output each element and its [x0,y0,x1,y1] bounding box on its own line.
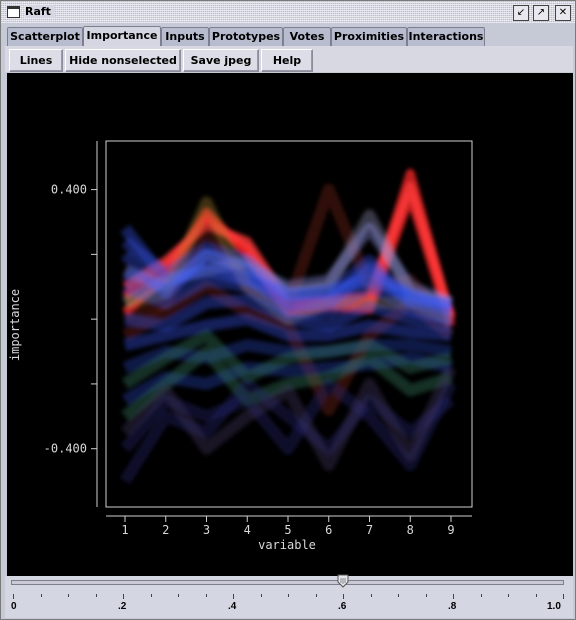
slider-tick [508,594,509,597]
slider-tick [95,594,97,597]
x-tick-label: 2 [162,523,169,537]
slider-tick [150,594,152,597]
slider-tick [288,594,289,597]
close-icon[interactable]: ✕ [555,5,571,21]
x-tick-label: 9 [447,523,454,537]
slider-tick [205,594,207,597]
slider-tick [13,594,14,599]
slider-tick [68,594,69,597]
minimize-icon[interactable]: ↙ [513,5,529,21]
hide-nonselected-button[interactable]: Hide nonselected [65,49,181,72]
slider-tick [425,594,427,597]
save-jpeg-button[interactable]: Save jpeg [183,49,259,72]
x-tick-label: 1 [121,523,128,537]
x-tick-label: 8 [407,523,414,537]
slider-tick [123,594,124,599]
importance-plot[interactable]: 0.400 -0.400 1 2 3 4 5 6 7 8 9 importance variabl… [7,73,573,576]
slider-tick [233,594,234,599]
slider-tick [535,594,537,597]
slider-label: 0 [11,601,17,612]
window-title: Raft [25,5,55,18]
slider-label: .2 [118,601,127,612]
tab-scatterplot[interactable]: Scatterplot [7,27,83,46]
window-icon [7,6,20,18]
x-tick-label: 7 [366,523,373,537]
tab-proximities[interactable]: Proximities [331,27,407,46]
slider-tick [315,594,317,597]
slider-tick [480,594,482,597]
slider-label: 1.0 [547,601,561,612]
y-ticks: 0.400 -0.400 [44,183,97,456]
x-axis-label: variable [258,538,316,552]
y-axis-label: importance [8,289,22,361]
slider-label: .6 [338,601,347,612]
lines-button[interactable]: Lines [9,49,63,72]
slider-tick [178,594,179,597]
app-window: Raft ↙ ↗ ✕ Scatterplot Importance Inputs… [0,0,576,620]
importance-chart[interactable]: 0.400 -0.400 1 2 3 4 5 6 7 8 9 importance variabl… [7,73,573,576]
slider-tick [343,594,344,599]
title-bar[interactable]: Raft ↙ ↗ ✕ [1,1,575,23]
slider-track[interactable] [11,580,564,585]
x-tick-label: 4 [244,523,251,537]
y-tick-label: -0.400 [44,442,87,456]
slider-thumb[interactable] [337,574,349,588]
series-layer [119,168,457,485]
tab-bar: Scatterplot Importance Inputs Prototypes… [5,26,575,47]
tab-inputs[interactable]: Inputs [161,27,209,46]
x-tick-label: 3 [203,523,210,537]
tab-votes[interactable]: Votes [283,27,331,46]
maximize-icon[interactable]: ↗ [533,5,549,21]
slider-label: .4 [228,601,237,612]
x-tick-label: 5 [284,523,291,537]
slider-tick [370,594,372,597]
slider-tick [398,594,399,597]
tab-interactions[interactable]: Interactions [407,27,485,46]
tab-prototypes[interactable]: Prototypes [209,27,283,46]
y-tick-label: 0.400 [51,183,87,197]
slider-label: .8 [448,601,457,612]
x-ticks: 1 2 3 4 5 6 7 8 9 [121,516,455,537]
tab-importance[interactable]: Importance [83,26,161,47]
help-button[interactable]: Help [261,49,313,72]
slider-tick [453,594,454,599]
slider-tick [563,594,564,599]
x-tick-label: 6 [325,523,332,537]
slider-tick [260,594,262,597]
slider-tick [40,594,42,597]
